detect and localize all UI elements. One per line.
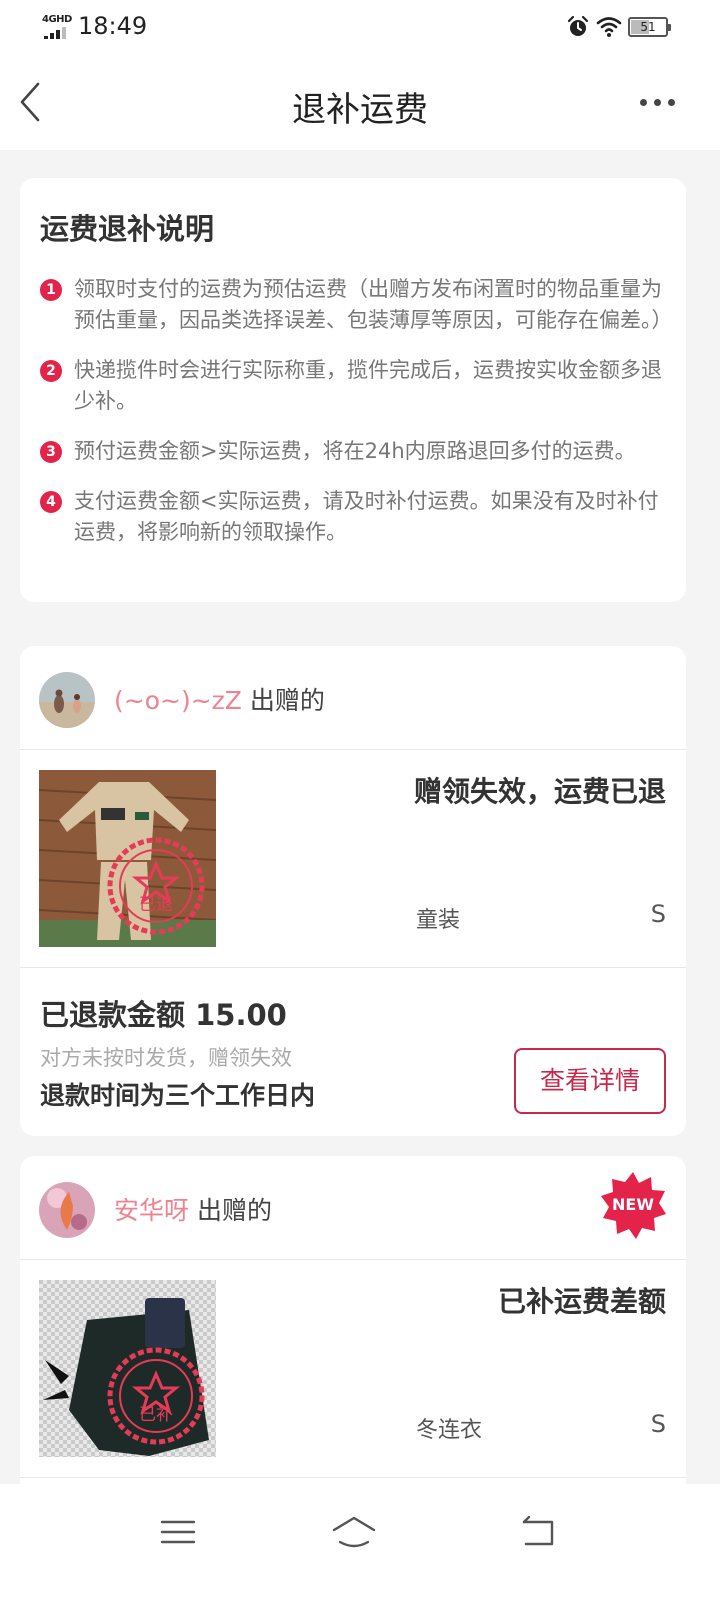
info-title: 运费退补说明 <box>40 212 215 246</box>
rule-number-badge: 3 <box>40 441 62 463</box>
more-options-button[interactable] <box>638 90 678 114</box>
order-card[interactable]: 安华呀 出赠的 NEW 已补 已补运费差额 冬连衣 S <box>20 1156 686 1496</box>
home-icon[interactable] <box>330 1512 378 1552</box>
status-bar: 4GHD 18:49 51 <box>0 0 720 54</box>
avatar[interactable] <box>39 1182 95 1238</box>
order-item[interactable]: 已补 已补运费差额 冬连衣 S <box>20 1260 686 1478</box>
rule-number-badge: 4 <box>40 491 62 513</box>
back-nav-icon[interactable] <box>518 1512 558 1552</box>
order-status: 已补运费差额 <box>497 1285 666 1318</box>
new-badge-label: NEW <box>612 1195 654 1214</box>
wifi-icon <box>596 17 622 37</box>
order-status: 赠领失效，运费已退 <box>413 775 666 808</box>
product-thumbnail[interactable]: 已补 <box>39 1280 216 1457</box>
system-nav-bar <box>0 1484 720 1600</box>
view-details-button[interactable]: 查看详情 <box>514 1048 666 1114</box>
alarm-icon <box>567 15 589 36</box>
nav-bar: 退补运费 <box>0 54 720 150</box>
stamp-label: 已退 <box>139 895 173 915</box>
order-footer: 已退款金额 15.00 对方未按时发货，赠领失效 退款时间为三个工作日内 查看详… <box>20 968 686 1136</box>
menu-icon[interactable] <box>158 1512 198 1552</box>
refund-time-note: 退款时间为三个工作日内 <box>40 1081 316 1110</box>
donor-suffix: 出赠的 <box>196 1196 272 1225</box>
order-header: 安华呀 出赠的 NEW <box>20 1156 686 1260</box>
donor-name: 安华呀 出赠的 <box>114 1191 272 1227</box>
battery-level: 51 <box>640 20 656 34</box>
item-size: S <box>650 1410 666 1438</box>
avatar[interactable] <box>39 672 95 728</box>
rule-number-badge: 2 <box>40 360 62 382</box>
freight-info-card: 运费退补说明 1 领取时支付的运费为预估运费（出赠方发布闲置时的物品重量为预估重… <box>20 178 686 602</box>
refund-reason: 对方未按时发货，赠领失效 <box>40 1046 292 1070</box>
order-header: (~o~)~zZ 出赠的 <box>20 646 686 750</box>
item-category: 童装 <box>416 908 461 933</box>
donor-nickname[interactable]: 安华呀 <box>114 1196 189 1225</box>
rule-text: 支付运费金额<实际运费，请及时补付运费。如果没有及时补付运费，将影响新的领取操作… <box>74 489 659 544</box>
product-thumbnail[interactable]: 已退 <box>39 770 216 947</box>
clock: 18:49 <box>78 12 148 40</box>
donor-name: (~o~)~zZ 出赠的 <box>114 681 325 717</box>
stamp-label: 已补 <box>139 1405 173 1425</box>
new-badge: NEW <box>601 1172 666 1239</box>
order-card[interactable]: (~o~)~zZ 出赠的 已退 赠领失效，运费已退 童装 S 已退款金额 15.… <box>20 646 686 1136</box>
refund-amount: 已退款金额 15.00 <box>40 998 287 1032</box>
donor-nickname[interactable]: (~o~)~zZ <box>114 686 242 715</box>
rule-item: 2 快递揽件时会进行实际称重，揽件完成后，运费按实收金额多退少补。 <box>40 355 666 417</box>
rule-item: 4 支付运费金额<实际运费，请及时补付运费。如果没有及时补付运费，将影响新的领取… <box>40 486 666 548</box>
network-type: 4GHD <box>42 14 72 25</box>
rule-text: 预付运费金额>实际运费，将在24h内原路退回多付的运费。 <box>74 439 636 463</box>
donor-suffix: 出赠的 <box>249 686 325 715</box>
battery-icon: 51 <box>628 17 671 37</box>
item-size: S <box>650 900 666 928</box>
rule-text: 快递揽件时会进行实际称重，揽件完成后，运费按实收金额多退少补。 <box>74 358 662 413</box>
rule-item: 3 预付运费金额>实际运费，将在24h内原路退回多付的运费。 <box>40 436 666 467</box>
order-item[interactable]: 已退 赠领失效，运费已退 童装 S <box>20 750 686 968</box>
rule-item: 1 领取时支付的运费为预估运费（出赠方发布闲置时的物品重量为预估重量，因品类选择… <box>40 274 673 336</box>
rule-number-badge: 1 <box>40 279 62 301</box>
signal-icon: 4GHD <box>40 14 74 40</box>
item-category: 冬连衣 <box>416 1418 483 1443</box>
page-title: 退补运费 <box>292 90 428 130</box>
rule-text: 领取时支付的运费为预估运费（出赠方发布闲置时的物品重量为预估重量，因品类选择误差… <box>74 277 673 332</box>
